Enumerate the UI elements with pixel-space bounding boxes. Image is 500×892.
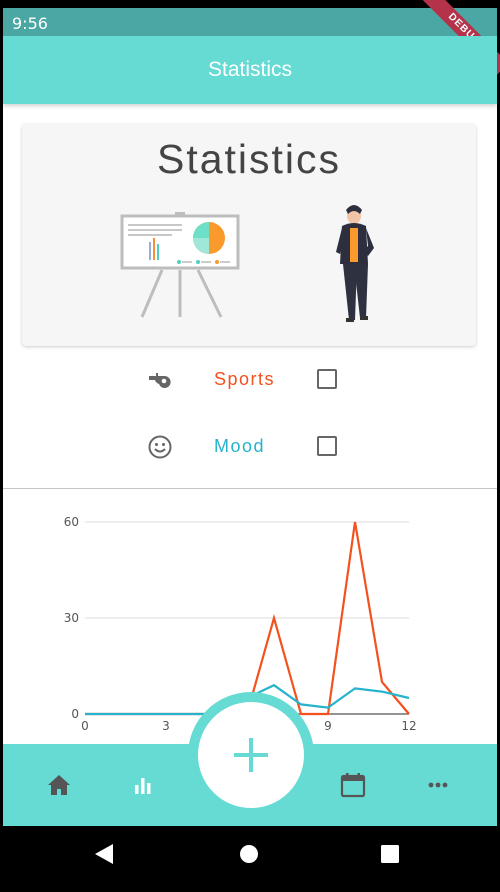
x-tick-label: 9 (324, 719, 332, 733)
more-icon[interactable] (423, 770, 453, 800)
system-nav-bar (0, 826, 500, 892)
option-label-mood: Mood (214, 436, 266, 456)
home-icon[interactable] (44, 770, 74, 800)
x-tick-label: 12 (401, 719, 416, 733)
x-tick-label: 3 (162, 719, 170, 733)
app-screen: Statistics Statistics Sports Mood 0 30 6… (3, 36, 497, 826)
x-tick-label: 0 (81, 719, 89, 733)
person-figure (336, 205, 374, 322)
back-icon[interactable] (95, 844, 113, 864)
option-row-mood[interactable]: Mood (3, 426, 497, 466)
statistics-card: Statistics (22, 124, 476, 346)
app-bar-title: Statistics (207, 58, 293, 81)
status-bar: 9:56 DEBUG (3, 0, 500, 75)
app-bar: Statistics (3, 36, 497, 104)
recents-icon[interactable] (381, 845, 399, 863)
card-title: Statistics (156, 136, 342, 182)
y-tick-label: 60 (64, 515, 79, 529)
y-tick-label: 30 (64, 611, 79, 625)
smiley-icon (148, 435, 172, 459)
option-row-sports[interactable]: Sports (3, 359, 497, 399)
home-circle-icon[interactable] (240, 845, 258, 863)
mood-checkbox[interactable] (317, 436, 337, 456)
bar-chart-icon[interactable] (128, 770, 158, 800)
option-label-sports: Sports (214, 369, 276, 389)
status-time: 9:56 (12, 14, 48, 33)
sports-checkbox[interactable] (317, 369, 337, 389)
add-icon (234, 738, 268, 772)
whistle-icon (149, 373, 171, 388)
easel-board (120, 212, 240, 318)
add-button[interactable] (198, 702, 304, 808)
section-divider (3, 488, 497, 489)
calendar-icon[interactable] (338, 770, 368, 800)
y-tick-label: 0 (71, 707, 79, 721)
